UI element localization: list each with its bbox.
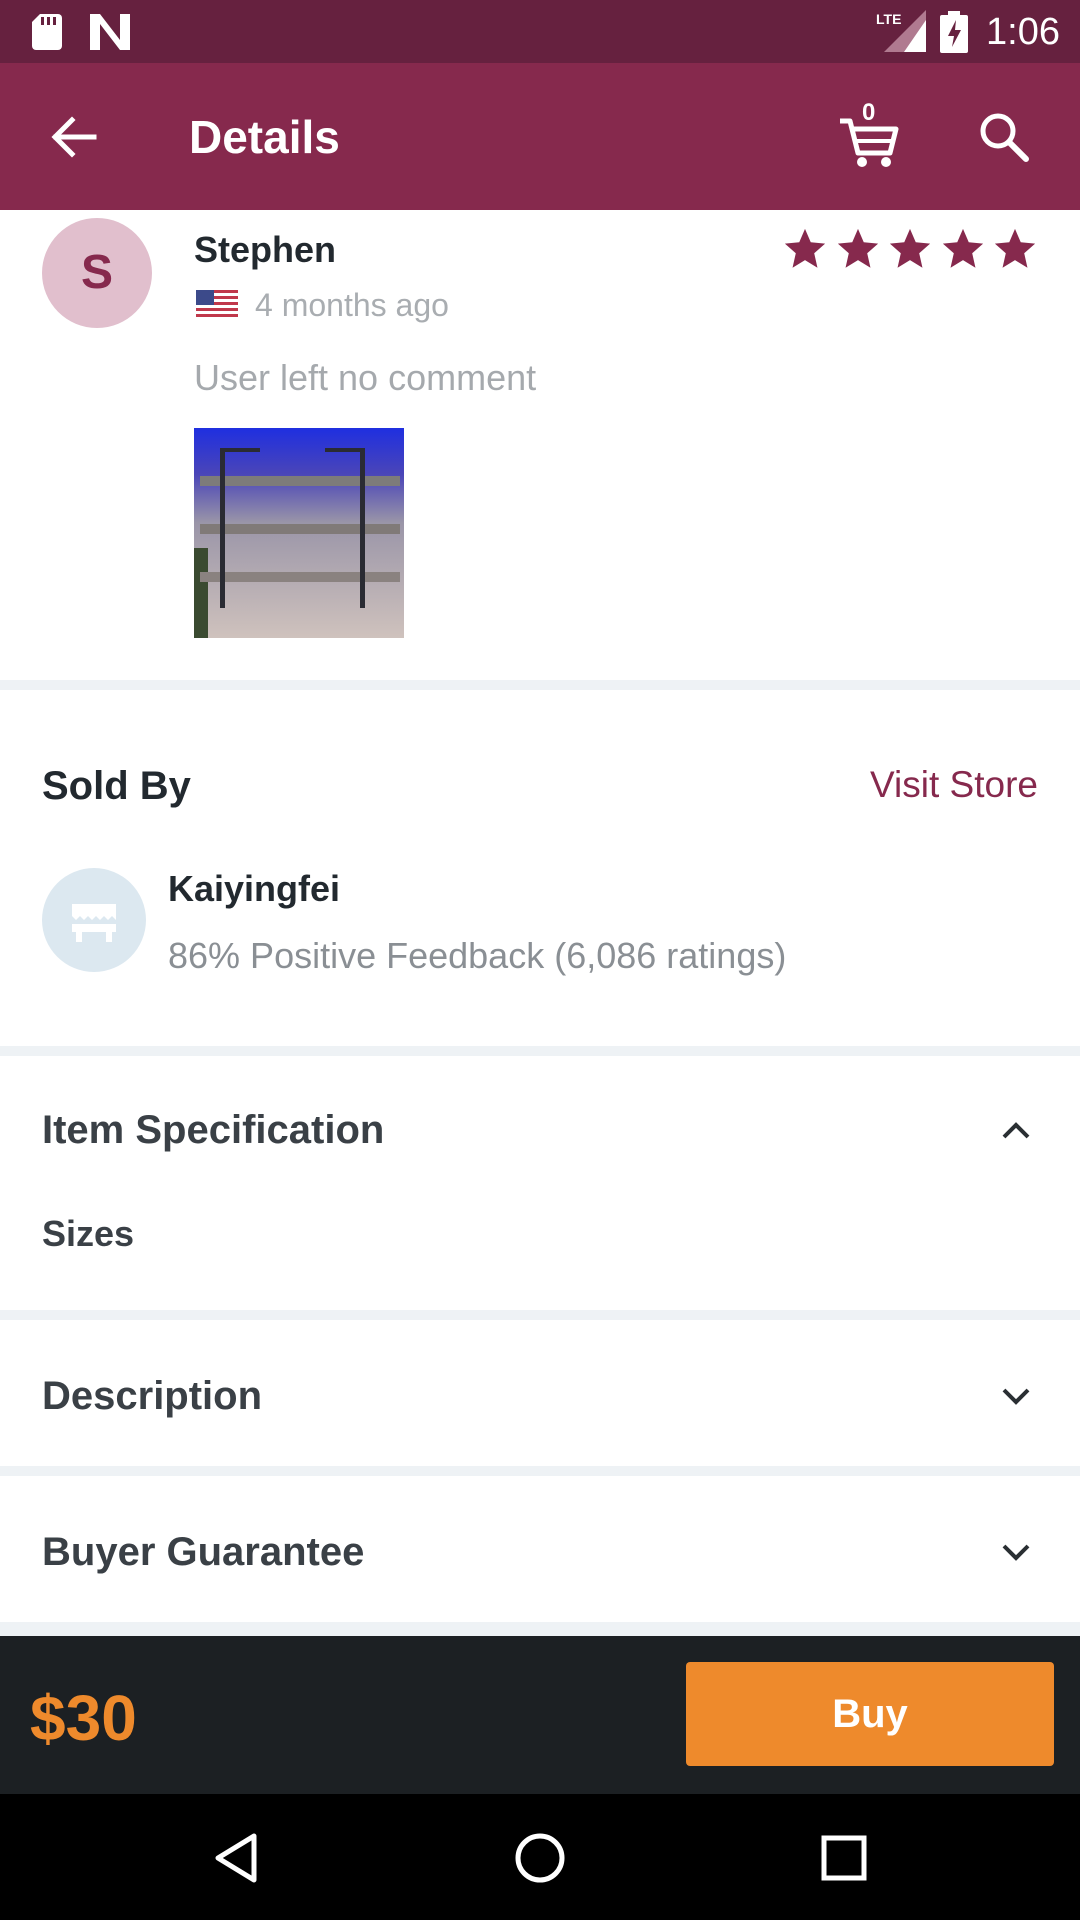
description-header[interactable]: Description	[0, 1320, 1080, 1466]
chevron-down-icon	[1002, 1544, 1030, 1561]
page-title: Details	[189, 111, 340, 163]
review-comment: User left no comment	[194, 357, 537, 398]
buyer-guarantee-header[interactable]: Buyer Guarantee	[0, 1476, 1080, 1622]
item-specification-title: Item Specification	[42, 1108, 385, 1152]
buyer-guarantee-title: Buyer Guarantee	[42, 1530, 365, 1574]
storefront-icon	[72, 904, 116, 942]
price-label: $30	[30, 1682, 137, 1754]
section-divider	[0, 1622, 1080, 1636]
section-divider	[0, 1466, 1080, 1476]
app-bar: Details 0	[0, 63, 1080, 210]
buy-bar: $30 Buy	[0, 1636, 1080, 1794]
nav-back-icon[interactable]	[208, 1830, 264, 1886]
battery-charging-icon	[940, 11, 968, 53]
visit-store-link[interactable]: Visit Store	[870, 760, 1038, 810]
star-icon	[784, 228, 826, 268]
review-photo[interactable]	[194, 428, 404, 638]
star-icon	[994, 228, 1036, 268]
system-nav-bar	[0, 1794, 1080, 1920]
description-title: Description	[42, 1374, 263, 1418]
section-divider	[0, 680, 1080, 690]
store-avatar[interactable]	[42, 868, 146, 972]
n-icon	[90, 14, 130, 50]
star-icon	[837, 228, 878, 268]
review-date: 4 months ago	[255, 287, 449, 323]
search-icon[interactable]	[976, 109, 1032, 165]
review-item: S Stephen 4 months ago User left no comm…	[0, 210, 1080, 680]
status-time: 1:06	[986, 11, 1060, 53]
store-feedback: 86% Positive Feedback (6,086 ratings)	[168, 935, 787, 976]
chevron-down-icon	[1002, 1388, 1030, 1405]
us-flag-icon	[196, 290, 238, 320]
store-name[interactable]: Kaiyingfei	[168, 866, 340, 912]
nav-recents-icon[interactable]	[816, 1830, 872, 1886]
item-specification-header[interactable]: Item Specification	[0, 1080, 1080, 1180]
sizes-label: Sizes	[42, 1213, 135, 1254]
status-bar: LTE 1:06	[0, 0, 1080, 63]
section-divider	[0, 1310, 1080, 1320]
star-icon	[942, 228, 983, 268]
lte-signal-icon: LTE	[876, 10, 926, 52]
cart-count-badge: 0	[862, 99, 876, 126]
reviewer-name: Stephen	[194, 229, 337, 270]
buy-button[interactable]: Buy	[686, 1662, 1054, 1766]
sd-card-icon	[32, 14, 62, 50]
star-rating	[782, 226, 1038, 276]
sold-by-title: Sold By	[42, 764, 191, 808]
section-divider	[0, 1046, 1080, 1056]
nav-home-icon[interactable]	[512, 1830, 568, 1886]
chevron-up-icon	[1002, 1122, 1030, 1139]
lte-label: LTE	[876, 11, 901, 27]
reviewer-avatar: S	[42, 218, 152, 328]
star-icon	[889, 228, 931, 268]
back-arrow-icon[interactable]	[46, 109, 102, 165]
